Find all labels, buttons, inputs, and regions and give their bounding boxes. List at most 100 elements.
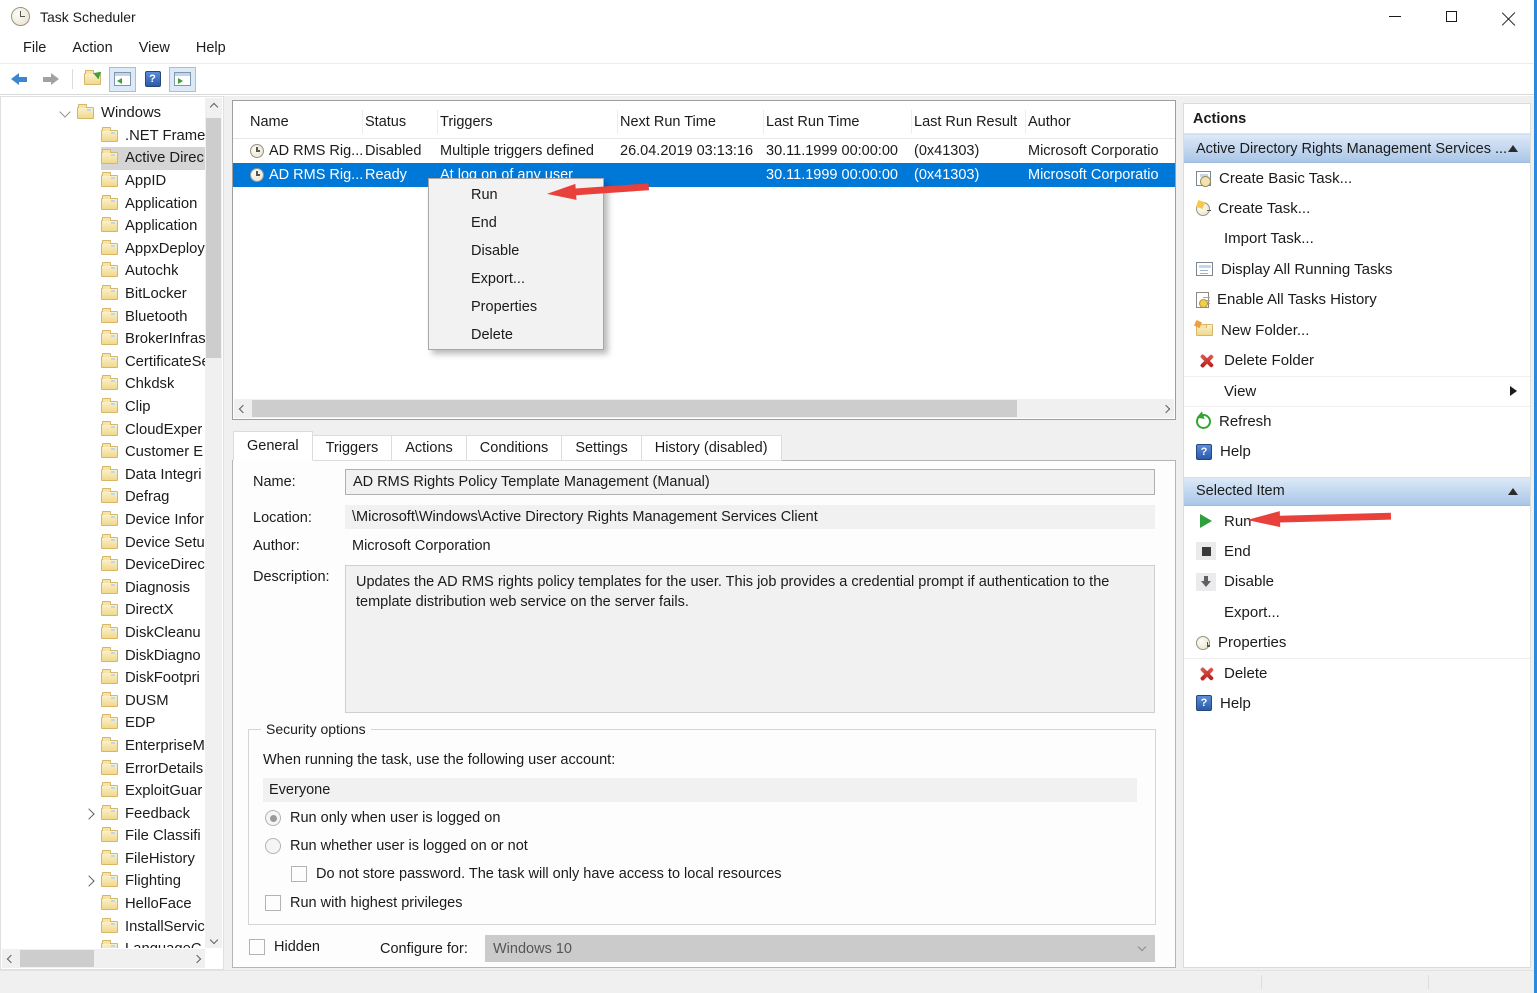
close-button[interactable] [1480,0,1537,33]
tree-item[interactable]: Application [1,192,205,215]
tree-item[interactable]: DUSM [1,689,205,712]
scrollbar-thumb[interactable] [252,400,1017,417]
action-item[interactable]: Delete [1184,658,1530,688]
tree-item[interactable]: Autochk [1,260,205,283]
actions-section-header-selected-item[interactable]: Selected Item [1184,477,1530,506]
tree-item[interactable]: EnterpriseM [1,735,205,758]
chevron-collapsed-icon[interactable] [83,808,94,819]
chevron-collapsed-icon[interactable] [83,876,94,887]
maximize-button[interactable] [1423,0,1480,33]
action-item[interactable]: Help [1184,437,1530,467]
scroll-up-button[interactable] [205,98,222,115]
tree-item[interactable]: Flighting [1,870,205,893]
action-item[interactable]: Delete Folder [1184,345,1530,375]
tree-item[interactable]: Active Direc [1,147,205,170]
column-header-triggers[interactable]: Triggers [438,110,618,134]
tree-item[interactable]: FileHistory [1,848,205,871]
checkbox-icon[interactable] [291,866,307,882]
tree-item[interactable]: Device Setu [1,531,205,554]
action-item[interactable]: Import Task... [1184,224,1530,254]
tree-item[interactable]: DeviceDirec [1,554,205,577]
tab-settings[interactable]: Settings [561,435,641,461]
menu-action[interactable]: Action [59,33,125,63]
scrollbar-thumb[interactable] [206,118,221,358]
tree-item[interactable]: ExploitGuar [1,780,205,803]
tree-item-windows[interactable]: Windows [1,102,205,125]
action-item[interactable]: Enable All Tasks History [1184,285,1530,315]
action-item[interactable]: Disable [1184,567,1530,597]
action-item[interactable]: New Folder... [1184,315,1530,345]
column-header-status[interactable]: Status [363,110,438,134]
tree-vertical-scrollbar[interactable] [205,98,222,948]
export-list-button[interactable] [79,67,106,92]
tree-item[interactable]: HelloFace [1,893,205,916]
checkbox-highest-privileges[interactable]: Run with highest privileges [265,895,462,911]
tree-item[interactable]: ErrorDetails [1,757,205,780]
context-menu-item[interactable]: Properties [429,293,603,321]
checkbox-icon[interactable] [265,895,281,911]
chevron-expanded-icon[interactable] [59,106,70,117]
tree-item[interactable]: Customer E [1,441,205,464]
action-item[interactable]: End [1184,536,1530,566]
menu-file[interactable]: File [10,33,59,63]
action-item[interactable]: View [1184,376,1530,406]
tree-item[interactable]: File Classifi [1,825,205,848]
scroll-left-button[interactable] [2,950,19,967]
menu-view[interactable]: View [126,33,183,63]
tree-item[interactable]: LanguageC [1,938,205,948]
task-row[interactable]: AD RMS Rig... Disabled Multiple triggers… [233,139,1175,163]
action-item[interactable]: Create Basic Task... [1184,163,1530,193]
scroll-down-button[interactable] [205,931,222,948]
radio-button-icon[interactable] [265,810,281,826]
tab-history[interactable]: History (disabled) [641,435,782,461]
tree-item[interactable]: AppID [1,170,205,193]
context-menu-item[interactable]: Export... [429,265,603,293]
tree-item[interactable]: DiskDiagno [1,644,205,667]
tab-conditions[interactable]: Conditions [466,435,563,461]
tree-item[interactable]: Chkdsk [1,373,205,396]
action-item[interactable]: Export... [1184,597,1530,627]
radio-run-not-logged-on[interactable]: Run whether user is logged on or not [265,838,528,854]
tree-item[interactable]: CloudExper [1,418,205,441]
forward-button[interactable] [36,67,63,92]
tree-item[interactable]: CertificateSe [1,351,205,374]
checkbox-hidden[interactable]: Hidden [249,939,320,955]
scrollbar-thumb[interactable] [20,950,94,967]
column-header-author[interactable]: Author [1026,110,1175,134]
action-item[interactable]: Properties [1184,627,1530,657]
tree-item[interactable]: InstallServic [1,915,205,938]
checkbox-icon[interactable] [249,939,265,955]
tree-item[interactable]: Feedback [1,802,205,825]
tree-item[interactable]: BrokerInfras [1,328,205,351]
scroll-left-button[interactable] [234,400,251,417]
tree-item[interactable]: EDP [1,712,205,735]
tab-general[interactable]: General [233,431,313,461]
tab-triggers[interactable]: Triggers [312,435,393,461]
toggle-action-pane-button[interactable] [169,67,196,92]
back-button[interactable] [6,67,33,92]
tree-item[interactable]: Bluetooth [1,305,205,328]
context-menu-item[interactable]: Disable [429,237,603,265]
tree-item[interactable]: .NET Framew [1,125,205,148]
context-menu-item[interactable]: Delete [429,321,603,349]
tree-horizontal-scrollbar[interactable] [2,949,205,968]
tree-item[interactable]: Device Infor [1,509,205,532]
tree-item[interactable]: Defrag [1,486,205,509]
help-button[interactable] [139,67,166,92]
tree-item[interactable]: AppxDeploy [1,238,205,261]
tree-item[interactable]: DirectX [1,599,205,622]
minimize-button[interactable] [1366,0,1423,33]
radio-run-logged-on[interactable]: Run only when user is logged on [265,810,500,826]
tree-item[interactable]: DiskFootpri [1,667,205,690]
radio-button-icon[interactable] [265,838,281,854]
action-item[interactable]: Create Task... [1184,193,1530,223]
tree-item[interactable]: BitLocker [1,283,205,306]
tree-item[interactable]: DiskCleanu [1,622,205,645]
action-item[interactable]: Display All Running Tasks [1184,254,1530,284]
tab-actions[interactable]: Actions [391,435,467,461]
tree-item[interactable]: Diagnosis [1,576,205,599]
column-header-last-run-time[interactable]: Last Run Time [764,110,912,134]
configure-for-select[interactable]: Windows 10 [485,935,1155,962]
tree-item[interactable]: Data Integri [1,464,205,487]
context-menu-item[interactable]: End [429,209,603,237]
